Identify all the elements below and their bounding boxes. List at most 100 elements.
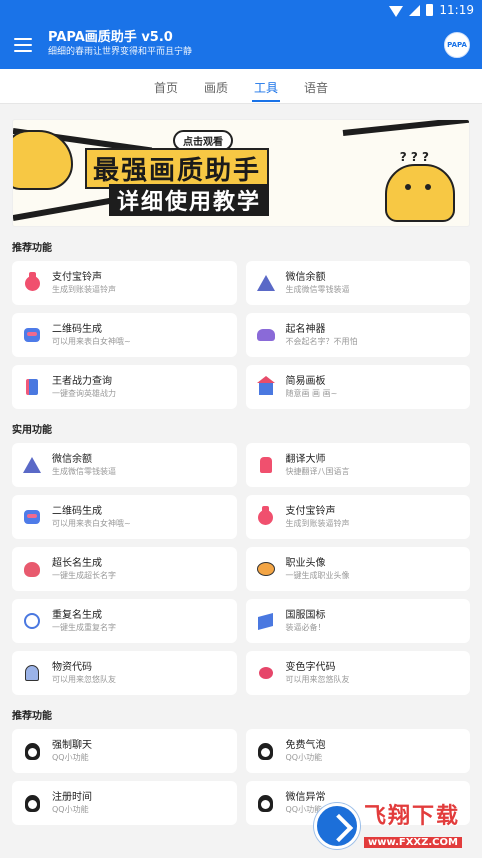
app-titles: PAPA画质助手 v5.0 细细的春雨让世界变得和平而且宁静 — [48, 30, 444, 59]
feature-desc: 生成微信零钱装逼 — [52, 467, 116, 476]
feature-title: 支付宝铃声 — [285, 506, 336, 517]
feature-title: 起名神器 — [285, 324, 326, 335]
feature-grid: 支付宝铃声 生成到账装逼铃声 微信余额 生成微信零钱装逼 二维码生成 可以用来表白女神哦~… — [12, 261, 470, 409]
feature-card[interactable]: 二维码生成 可以用来表白女神哦~ — [12, 313, 237, 357]
avatar[interactable]: PAPA — [444, 31, 470, 58]
feature-title: 免费气泡 — [285, 740, 326, 751]
haunted-house-icon — [256, 376, 276, 397]
feature-desc: QQ小功能 — [52, 753, 89, 762]
feature-desc: 随意画 画 画~ — [285, 389, 338, 398]
feature-card[interactable]: 变色字代码可以用来忽悠队友 — [245, 651, 470, 695]
feature-card[interactable]: 注册时间 QQ小功能 — [12, 781, 237, 825]
tab-2[interactable]: 工具 — [252, 71, 281, 102]
feature-card[interactable]: 国服国标装逼必备！ — [245, 599, 470, 643]
tab-3[interactable]: 语音 — [302, 71, 330, 102]
feature-title: 国服国标 — [285, 610, 326, 621]
feature-desc: 生成到账装逼铃声 — [52, 285, 116, 294]
feature-card[interactable]: 支付宝铃声 生成到账装逼铃声 — [245, 495, 470, 539]
feature-title: 支付宝铃声 — [52, 272, 102, 283]
monster-icon — [22, 325, 42, 345]
feature-card[interactable]: 职业头像一键生成职业头像 — [245, 547, 470, 591]
penguin-icon — [22, 741, 42, 761]
status-time: 11:19 — [439, 3, 474, 17]
skull-icon — [22, 559, 42, 579]
money-bag-icon — [22, 271, 42, 293]
feature-title: 变色字代码 — [285, 662, 336, 673]
feature-desc: 装逼必备！ — [285, 623, 326, 632]
feature-card[interactable]: 起名神器不会起名字？不用怕 — [245, 313, 470, 357]
section-title: 推荐功能 — [12, 243, 52, 254]
feature-title: 翻译大师 — [285, 454, 326, 465]
feature-title: 微信余额 — [52, 454, 92, 465]
status-bar: 11:19 — [0, 0, 482, 20]
tab-bar: 首页 画质 工具 语音 — [0, 69, 482, 104]
monster-icon — [22, 507, 42, 527]
section-title: 实用功能 — [12, 425, 52, 436]
feature-card[interactable]: 重复名生成一键生成重复名字 — [12, 599, 237, 643]
battery-icon — [426, 4, 434, 16]
pumpkin-icon — [256, 559, 276, 579]
feature-title: 微信余额 — [285, 272, 326, 283]
ghost-icon — [22, 663, 42, 683]
feature-card[interactable]: 翻译大师 快捷翻译八国语言 — [245, 443, 470, 487]
spider-web-icon — [22, 611, 42, 631]
feature-title: 二维码生成 — [52, 506, 102, 517]
feature-card[interactable]: 微信余额生成微信零钱装逼 — [245, 261, 470, 305]
feature-desc: 一键查询英雄战力 — [52, 389, 116, 398]
feature-desc: 可以用来表白女神哦~ — [52, 519, 131, 528]
money-bag-icon — [256, 505, 276, 527]
feature-desc: 生成微信零钱装逼 — [285, 285, 350, 294]
feature-card[interactable]: 物资代码 可以用来忽悠队友 — [12, 651, 237, 695]
feature-title: 重复名生成 — [52, 610, 102, 621]
spider-icon — [256, 663, 276, 683]
bat-icon — [256, 325, 276, 345]
flag-icon — [256, 611, 276, 631]
banner-cat-right — [385, 164, 455, 222]
potion-bottle-icon — [256, 455, 276, 475]
feature-grid: 微信余额 生成微信零钱装逼 翻译大师 快捷翻译八国语言 二维码生成 可以用来表白女神哦~ 支… — [12, 443, 470, 695]
feature-title: 注册时间 — [52, 792, 92, 803]
feature-card[interactable]: 支付宝铃声生成到账装逼铃声 — [12, 261, 237, 305]
feature-title: 超长名生成 — [52, 558, 102, 569]
feature-desc: 一键生成超长名字 — [52, 571, 116, 580]
feature-title: 王者战力查询 — [52, 376, 112, 387]
wizard-hat-icon — [22, 455, 42, 475]
app-bar: PAPA画质助手 v5.0 细细的春雨让世界变得和平而且宁静 PAPA — [0, 20, 482, 69]
tab-1[interactable]: 画质 — [202, 71, 230, 102]
feature-desc: 一键生成重复名字 — [52, 623, 116, 632]
watermark-name: 飞翔下载 — [364, 803, 461, 829]
feature-card[interactable]: 二维码生成可以用来表白女神哦~ — [12, 495, 237, 539]
feature-title: 二维码生成 — [52, 324, 102, 335]
penguin-icon — [256, 793, 276, 813]
banner-subheadline: 详细使用教学 — [109, 184, 270, 216]
feature-desc: 可以用来忽悠队友 — [52, 675, 116, 684]
wifi-icon — [389, 5, 404, 17]
feature-card[interactable]: 简易画板随意画 画 画~ — [245, 365, 470, 409]
app-title: PAPA画质助手 v5.0 — [48, 30, 173, 45]
cellular-signal-icon — [409, 4, 421, 16]
penguin-icon — [22, 793, 42, 813]
banner-headline: 最强画质助手 — [85, 148, 270, 189]
feature-card[interactable]: 超长名生成一键生成超长名字 — [12, 547, 237, 591]
main-content: 点击观看 最强画质助手 详细使用教学 ? ? ? 推荐功能 支付宝铃声 生成到账装逼… — [0, 119, 482, 825]
feature-desc: 可以用来忽悠队友 — [285, 675, 350, 684]
site-watermark: 飞翔下载 www.FXXZ.COM — [314, 800, 476, 852]
penguin-icon — [256, 741, 276, 761]
wizard-hat-icon — [256, 273, 276, 293]
tab-0[interactable]: 首页 — [152, 71, 180, 102]
watermark-url: www.FXXZ.COM — [364, 836, 462, 848]
feature-card[interactable]: 免费气泡 QQ小功能 — [245, 729, 470, 773]
menu-icon[interactable] — [14, 37, 32, 52]
feature-desc: 一键生成职业头像 — [285, 571, 350, 580]
feature-card[interactable]: 王者战力查询 一键查询英雄战力 — [12, 365, 237, 409]
spellbook-icon — [22, 377, 42, 397]
feature-card[interactable]: 微信余额生成微信零钱装逼 — [12, 443, 237, 487]
feature-title: 简易画板 — [285, 376, 326, 387]
app-subtitle: 细细的春雨让世界变得和平而且宁静 — [48, 47, 193, 57]
feature-title: 职业头像 — [285, 558, 326, 569]
feature-title: 强制聊天 — [52, 740, 92, 751]
feature-desc: QQ小功能 — [285, 753, 323, 762]
feature-card[interactable]: 强制聊天 QQ小功能 — [12, 729, 237, 773]
feature-desc: 不会起名字？不用怕 — [285, 337, 358, 346]
tutorial-banner[interactable]: 点击观看 最强画质助手 详细使用教学 ? ? ? — [12, 119, 470, 227]
